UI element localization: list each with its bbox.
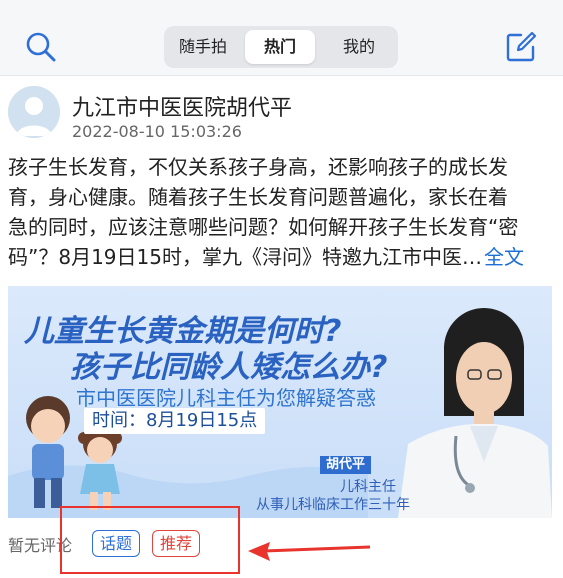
author-name[interactable]: 九江市中医医院胡代平	[72, 90, 292, 122]
avatar[interactable]	[8, 86, 60, 138]
banner-doctor-role: 儿科主任	[340, 479, 396, 495]
tab-mine[interactable]: 我的	[324, 30, 394, 64]
banner-doctor-name: 胡代平	[320, 456, 372, 474]
read-more-link[interactable]: 全文	[484, 245, 524, 269]
top-bar: 随手拍 热门 我的	[0, 0, 563, 76]
search-icon[interactable]	[24, 30, 58, 64]
banner-doctor-experience: 从事儿科临床工作三十年	[256, 497, 410, 513]
tab-popular[interactable]: 热门	[245, 30, 315, 64]
post-text-line: 育，身心健康。随着孩子生长发育问题普遍化，家长在着	[8, 185, 508, 209]
annotation-highlight-box	[60, 506, 240, 574]
post-body: 孩子生长发育，不仅关系孩子身高，还影响孩子的成长发 育，身心健康。随着孩子生长发…	[8, 152, 556, 272]
edit-icon[interactable]	[504, 30, 538, 64]
annotation-arrow-icon	[248, 542, 371, 561]
post-text-line: 急的同时，应该注意哪些问题？如何解开孩子生长发育“密	[8, 215, 519, 239]
post-text-line: 孩子生长发育，不仅关系孩子身高，还影响孩子的成长发	[8, 155, 508, 179]
banner-time: 时间：8月19日15点	[84, 408, 266, 434]
tab-snapshot[interactable]: 随手拍	[168, 30, 238, 64]
banner-title-line2: 孩子比同龄人矮怎么办?	[70, 350, 388, 385]
post-text-line: 码”？8月19日15时，掌九《浔问》特邀九江市中医…	[8, 245, 482, 269]
feed-tab-switcher: 随手拍 热门 我的	[164, 26, 398, 68]
post-text-last-line: 码”？8月19日15时，掌九《浔问》特邀九江市中医… 全文	[8, 242, 556, 272]
post-image[interactable]: 儿童生长黄金期是何时? 孩子比同龄人矮怎么办? 市中医医院儿科主任为您解疑答惑 …	[8, 286, 552, 518]
banner-subtitle: 市中医医院儿科主任为您解疑答惑	[76, 386, 376, 410]
post-timestamp: 2022-08-10 15:03:26	[72, 122, 242, 141]
